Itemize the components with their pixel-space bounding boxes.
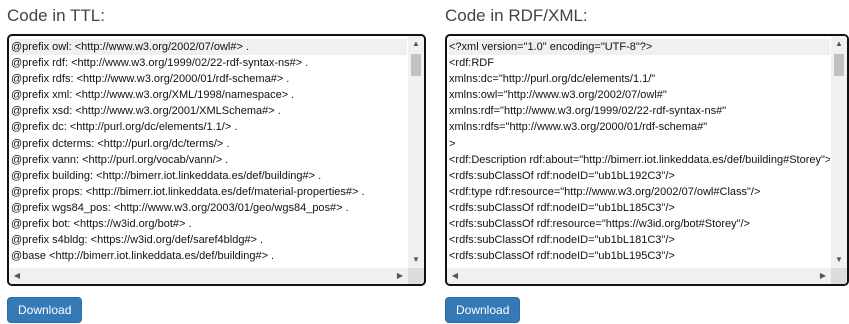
rdfxml-code-line: xmlns:owl="http://www.w3.org/2002/07/owl… xyxy=(449,89,667,102)
rdfxml-panel: Code in RDF/XML: <?xml version="1.0" enc… xyxy=(445,0,849,286)
ttl-code-text[interactable]: @prefix owl: <http://www.w3.org/2002/07/… xyxy=(11,39,407,267)
ttl-vertical-scrollbar[interactable]: ▲ ▼ xyxy=(408,36,424,268)
rdfxml-download-button[interactable]: Download xyxy=(445,297,521,323)
ttl-download-button[interactable]: Download xyxy=(7,297,83,323)
rdfxml-code-line: <rdfs:subClassOf rdf:nodeID="ub1bL195C3"… xyxy=(449,250,675,263)
rdfxml-code-line: <?xml version="1.0" encoding="UTF-8"?> xyxy=(449,39,830,56)
rdfxml-code-text[interactable]: <?xml version="1.0" encoding="UTF-8"?> <r… xyxy=(449,39,830,267)
ttl-horizontal-scrollbar[interactable]: ◀ ▶ xyxy=(9,268,408,284)
scroll-right-arrow-icon[interactable]: ▶ xyxy=(815,268,831,284)
ttl-code-box[interactable]: @prefix owl: <http://www.w3.org/2002/07/… xyxy=(7,34,426,286)
ttl-code-line: @prefix wgs84_pos: <http://www.w3.org/20… xyxy=(11,201,349,214)
rdfxml-code-box[interactable]: <?xml version="1.0" encoding="UTF-8"?> <r… xyxy=(445,34,849,286)
rdfxml-code-line: <rdfs:subClassOf rdf:nodeID="ub1bL185C3"… xyxy=(449,201,675,214)
rdfxml-code-line: <rdfs:subClassOf rdf:resource="https://w… xyxy=(449,218,750,231)
ttl-code-line: @prefix building: <http://bimerr.iot.lin… xyxy=(11,169,322,182)
ttl-code-line: @prefix xml: <http://www.w3.org/XML/1998… xyxy=(11,89,295,102)
ttl-code-line: @prefix bot: <https://w3id.org/bot#> . xyxy=(11,218,192,231)
ttl-code-line: <http://bimerr.iot.linkeddata.es/def/bui… xyxy=(11,264,407,267)
scroll-left-arrow-icon[interactable]: ◀ xyxy=(447,268,463,284)
ttl-resize-corner[interactable] xyxy=(408,268,424,284)
rdfxml-horizontal-scrollbar[interactable]: ◀ ▶ xyxy=(447,268,831,284)
ttl-code-line: @prefix owl: <http://www.w3.org/2002/07/… xyxy=(11,39,407,56)
rdfxml-code-line: xmlns:dc="http://purl.org/dc/elements/1.… xyxy=(449,73,656,86)
rdfxml-code-line: <rdf:type rdf:resource="http://www.w3.or… xyxy=(449,185,761,198)
ttl-code-line: @prefix xsd: <http://www.w3.org/2001/XML… xyxy=(11,105,281,118)
ttl-code-line: @prefix rdf: <http://www.w3.org/1999/02/… xyxy=(11,57,309,70)
ttl-code-line: @prefix dcterms: <http://purl.org/dc/ter… xyxy=(11,137,230,150)
ttl-code-line: @prefix dc: <http://purl.org/dc/elements… xyxy=(11,121,238,134)
rdfxml-scroll-thumb[interactable] xyxy=(834,54,844,76)
rdfxml-code-line: <rdfs:subClassOf rdf:nodeID="ub1bL181C3"… xyxy=(449,234,675,247)
rdfxml-code-line: <rdf:Description rdf:about="http://bimer… xyxy=(449,153,830,166)
ttl-code-line: @prefix vann: <http://purl.org/vocab/van… xyxy=(11,153,229,166)
ttl-scroll-thumb[interactable] xyxy=(411,54,421,76)
scroll-up-arrow-icon[interactable]: ▲ xyxy=(408,36,424,52)
rdfxml-code-line: <rdfs:subClassOf rdf:nodeID="ub1bL192C3"… xyxy=(449,169,675,182)
scroll-left-arrow-icon[interactable]: ◀ xyxy=(9,268,25,284)
rdfxml-resize-corner[interactable] xyxy=(831,268,847,284)
rdfxml-code-line: > xyxy=(449,137,456,150)
rdfxml-code-line: <rdf:RDF xyxy=(449,57,494,70)
rdfxml-vertical-scrollbar[interactable]: ▲ ▼ xyxy=(831,36,847,268)
rdfxml-title: Code in RDF/XML: xyxy=(445,6,588,25)
ttl-panel: Code in TTL: @prefix owl: <http://www.w3… xyxy=(7,0,426,286)
scroll-down-arrow-icon[interactable]: ▼ xyxy=(831,252,847,268)
rdfxml-code-line: xmlns:rdf="http://www.w3.org/1999/02/22-… xyxy=(449,105,727,118)
ttl-code-line: @prefix rdfs: <http://www.w3.org/2000/01… xyxy=(11,73,290,86)
scroll-right-arrow-icon[interactable]: ▶ xyxy=(392,268,408,284)
scroll-down-arrow-icon[interactable]: ▼ xyxy=(408,252,424,268)
rdfxml-code-line: <rdfs:subClassOf rdf:nodeID="ub1bL189C3"… xyxy=(449,264,830,267)
ttl-code-line: @base <http://bimerr.iot.linkeddata.es/d… xyxy=(11,250,275,263)
ttl-code-line: @prefix props: <http://bimerr.iot.linked… xyxy=(11,185,365,198)
ttl-code-line: @prefix s4bldg: <https://w3id.org/def/sa… xyxy=(11,234,264,247)
ttl-title: Code in TTL: xyxy=(7,6,105,25)
rdfxml-code-line: xmlns:rdfs="http://www.w3.org/2000/01/rd… xyxy=(449,121,708,134)
scroll-up-arrow-icon[interactable]: ▲ xyxy=(831,36,847,52)
